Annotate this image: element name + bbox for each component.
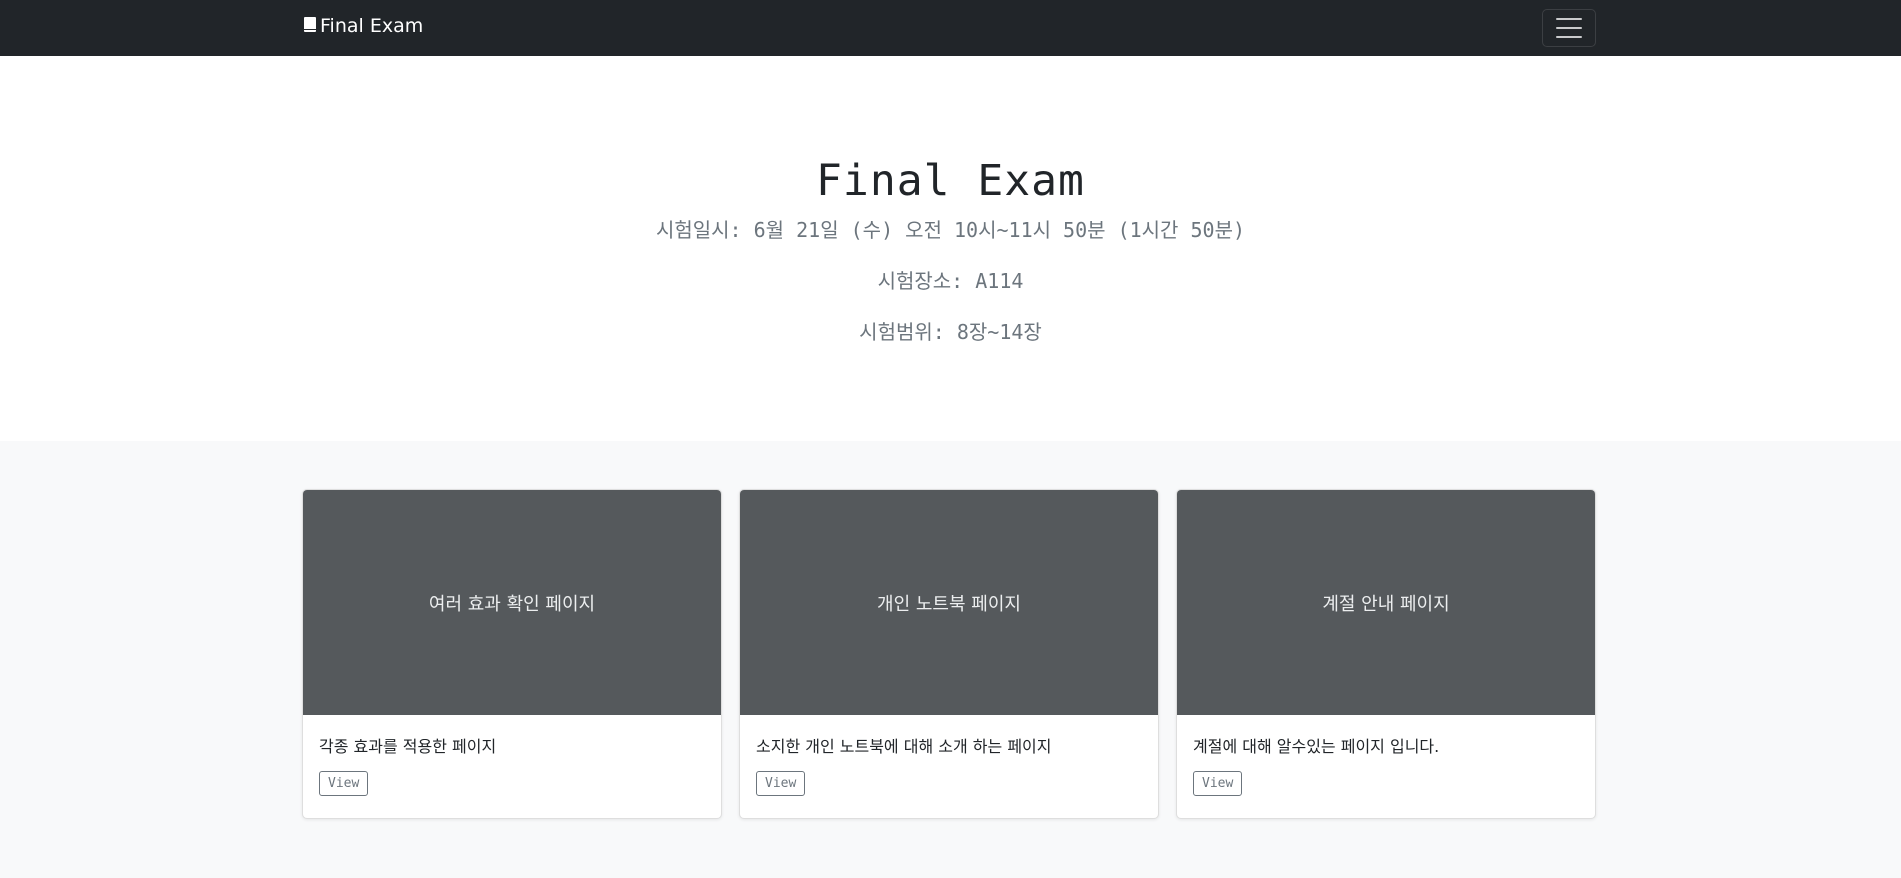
album-section: 여러 효과 확인 페이지 각종 효과를 적용한 페이지 View 개인 노트북 … xyxy=(0,441,1901,878)
card-body: 각종 효과를 적용한 페이지 View xyxy=(303,715,721,796)
hamburger-menu-icon-bar xyxy=(1556,27,1582,29)
exam-scope-text: 시험범위: 8장~14장 xyxy=(859,320,1042,344)
card-thumbnail: 여러 효과 확인 페이지 xyxy=(303,490,721,715)
card-text: 각종 효과를 적용한 페이지 xyxy=(319,737,497,756)
thumbnail-label: 개인 노트북 페이지 xyxy=(877,593,1021,615)
thumbnail-label: 여러 효과 확인 페이지 xyxy=(428,593,596,615)
card-thumbnail: 개인 노트북 페이지 xyxy=(740,490,1158,715)
page-title: Final Exam xyxy=(816,156,1085,206)
card-season: 계절 안내 페이지 계절에 대해 알수있는 페이지 입니다. View xyxy=(1176,489,1596,819)
view-button[interactable]: View xyxy=(319,771,369,796)
card-effects: 여러 효과 확인 페이지 각종 효과를 적용한 페이지 View xyxy=(302,489,722,819)
hero-section: Final Exam 시험일시: 6월 21일 (수) 오전 10시~11시 5… xyxy=(0,56,1901,441)
hamburger-menu-icon xyxy=(1556,18,1582,20)
card-text: 계절에 대해 알수있는 페이지 입니다. xyxy=(1193,737,1440,756)
navbar-toggler-button[interactable] xyxy=(1542,9,1596,47)
card-notebook: 개인 노트북 페이지 소지한 개인 노트북에 대해 소개 하는 페이지 View xyxy=(739,489,1159,819)
exam-place-text: 시험장소: A114 xyxy=(877,269,1024,293)
card-body: 소지한 개인 노트북에 대해 소개 하는 페이지 View xyxy=(740,715,1158,796)
card-body: 계절에 대해 알수있는 페이지 입니다. View xyxy=(1177,715,1595,796)
card-thumbnail: 계절 안내 페이지 xyxy=(1177,490,1595,715)
card-list: 여러 효과 확인 페이지 각종 효과를 적용한 페이지 View 개인 노트북 … xyxy=(302,489,1596,819)
view-button[interactable]: View xyxy=(756,771,806,796)
book-icon xyxy=(304,16,316,32)
thumbnail-label: 계절 안내 페이지 xyxy=(1322,593,1450,615)
view-button[interactable]: View xyxy=(1193,771,1243,796)
navbar: Final Exam xyxy=(0,0,1901,56)
exam-date-text: 시험일시: 6월 21일 (수) 오전 10시~11시 50분 (1시간 50분… xyxy=(655,218,1246,242)
hamburger-menu-icon-bar xyxy=(1556,36,1582,38)
brand-label: Final Exam xyxy=(320,15,424,37)
card-text: 소지한 개인 노트북에 대해 소개 하는 페이지 xyxy=(756,737,1052,756)
navbar-brand[interactable]: Final Exam xyxy=(304,15,423,37)
